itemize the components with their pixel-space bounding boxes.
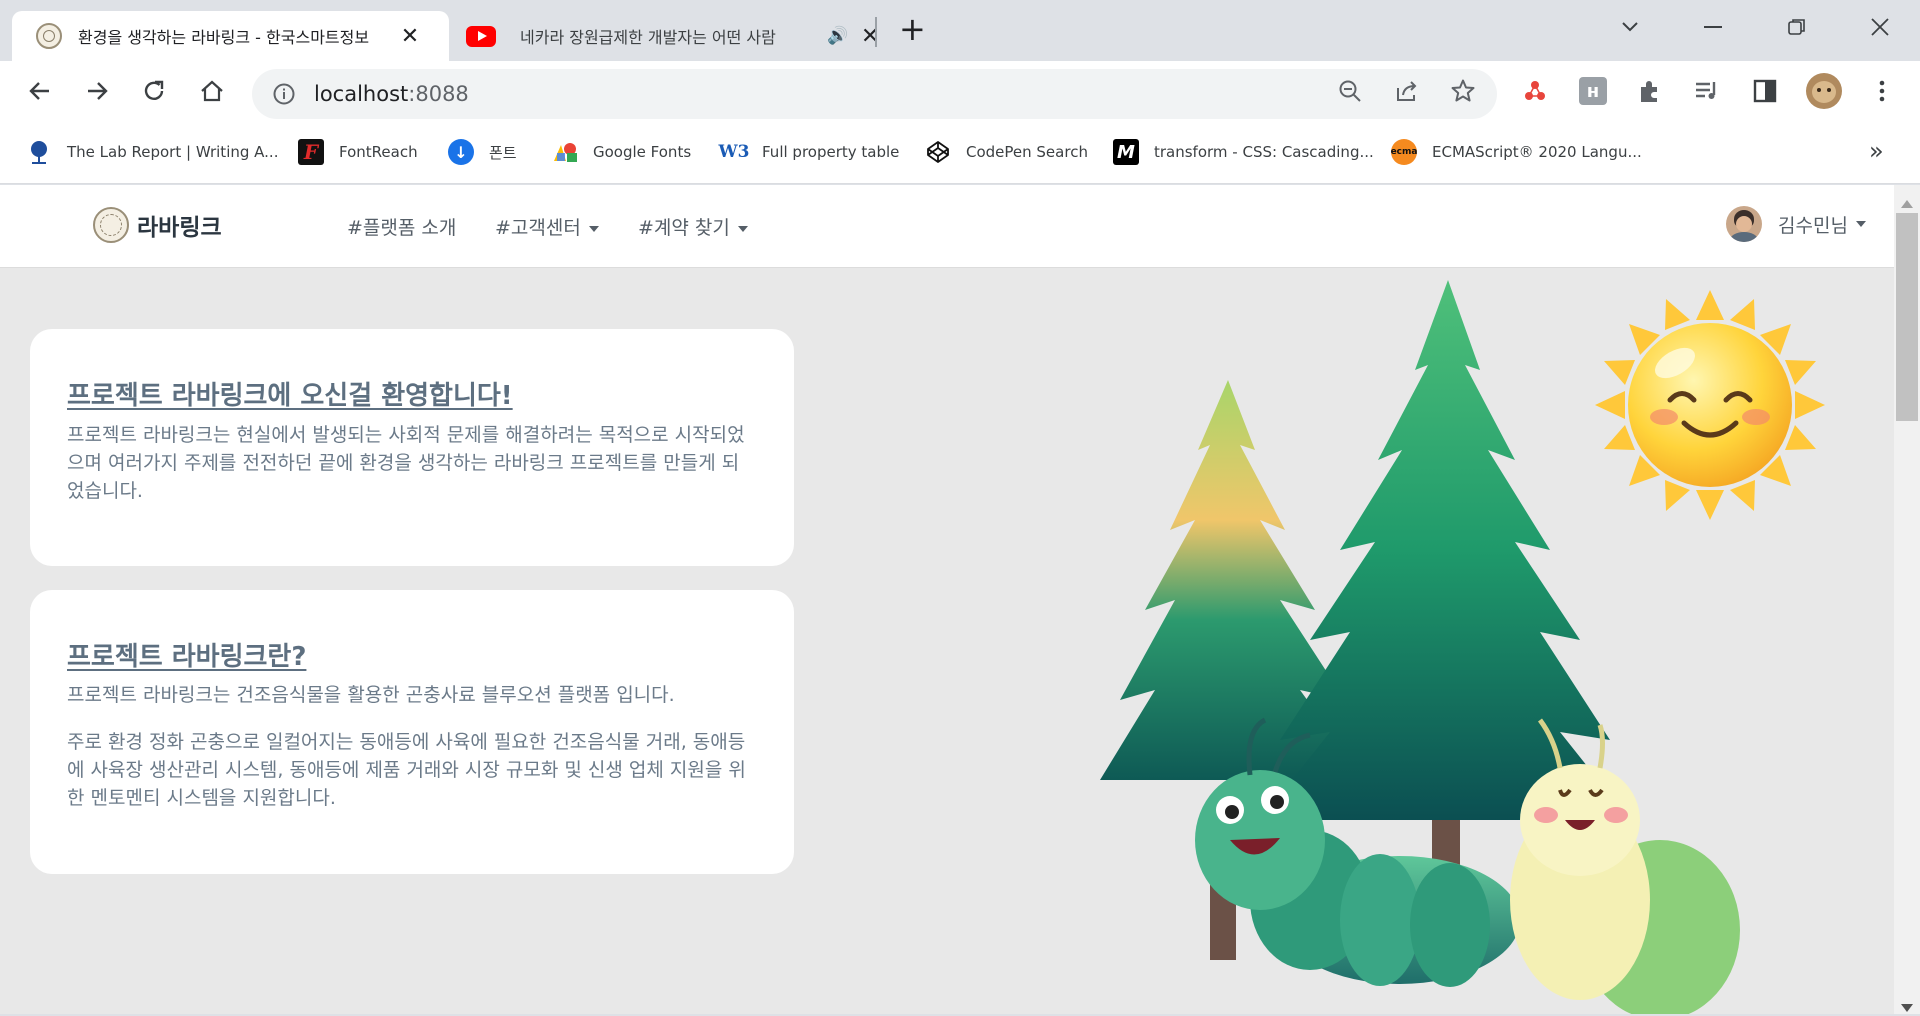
page-viewport: 라바링크 #플랫폼 소개 #고객센터 #계약 찾기 김수민님 프로젝트 라바링크… (0, 185, 1894, 1014)
caret-down-icon (1855, 221, 1866, 227)
minimize-icon[interactable] (1704, 26, 1722, 28)
nav-customer-center[interactable]: #고객센터 (495, 213, 599, 240)
speaker-icon[interactable]: 🔊 (827, 26, 848, 46)
labalink-seal-icon (36, 23, 62, 49)
tab-strip: 환경을 생각하는 라바링크 - 한국스마트정보 ✕ 네카라 장원급제한 개발자는… (0, 0, 1920, 61)
side-panel-icon[interactable] (1749, 75, 1781, 107)
bookmark-ecmascript[interactable]: ecma ECMAScript® 2020 Langu... (1391, 137, 1642, 167)
tab-youtube[interactable]: 네카라 장원급제한 개발자는 어떤 사람 🔊 ✕ (452, 11, 882, 61)
zoom-icon[interactable] (1334, 78, 1366, 110)
scroll-up-icon[interactable] (1901, 193, 1913, 212)
ecma-icon: ecma (1391, 139, 1417, 165)
caret-down-icon (588, 225, 599, 232)
profile-avatar-icon[interactable] (1806, 73, 1842, 109)
tab-title: 환경을 생각하는 라바링크 - 한국스마트정보 (78, 28, 370, 47)
restore-icon[interactable] (1787, 17, 1807, 37)
bookmark-label: Full property table (762, 143, 900, 161)
bookmark-fonts-kr[interactable]: ↓ 폰트 (448, 137, 517, 167)
codepen-icon (925, 139, 951, 165)
bookmark-label: The Lab Report | Writing A... (67, 143, 279, 161)
bookmark-label: CodePen Search (966, 143, 1088, 161)
welcome-text: 프로젝트 라바링크는 현실에서 발생되는 사회적 문제를 해결하려는 목적으로 … (67, 424, 745, 502)
fontreach-icon: F (298, 139, 324, 165)
forward-icon[interactable] (77, 71, 117, 111)
site-info-icon[interactable] (272, 82, 296, 106)
labalink-seal-icon (93, 207, 129, 243)
tab-separator (875, 17, 877, 47)
reload-icon[interactable] (134, 71, 174, 111)
brand-link[interactable]: 라바링크 (93, 207, 222, 243)
hero-illustration (1100, 280, 1825, 1014)
scroll-down-icon[interactable] (1901, 997, 1913, 1016)
share-icon[interactable] (1391, 78, 1423, 110)
bookmark-star-icon[interactable] (1447, 78, 1479, 110)
scrollbar-thumb[interactable] (1896, 213, 1918, 421)
tree-icon (26, 139, 52, 165)
tab-title: 네카라 장원급제한 개발자는 어떤 사람 (520, 28, 776, 47)
media-playlist-icon[interactable] (1691, 75, 1723, 107)
user-menu[interactable]: 김수민님 (1726, 206, 1866, 242)
google-fonts-icon (552, 139, 578, 165)
youtube-icon (466, 25, 496, 47)
chrome-menu-icon[interactable] (1866, 75, 1898, 107)
close-window-icon[interactable] (1869, 16, 1891, 38)
url-text[interactable]: localhost:8088 (314, 82, 469, 106)
close-tab-icon[interactable]: ✕ (398, 24, 422, 49)
welcome-title[interactable]: 프로젝트 라바링크에 오신걸 환영합니다! (67, 375, 513, 412)
close-tab-icon[interactable]: ✕ (858, 24, 882, 49)
about-card: 프로젝트 라바링크란? 프로젝트 라바링크는 건조음식물을 활용한 곤충사료 블… (30, 590, 794, 874)
bookmark-mdn-transform[interactable]: M transform - CSS: Cascading... (1113, 137, 1374, 167)
page-scrollbar[interactable] (1894, 185, 1920, 1014)
bookmark-label: transform - CSS: Cascading... (1154, 143, 1374, 161)
bookmark-label: ECMAScript® 2020 Langu... (1432, 143, 1642, 161)
about-text-2: 주로 환경 정화 곤충으로 일컬어지는 동애등에 사육에 필요한 건조음식물 거… (67, 731, 746, 809)
nav-platform-intro[interactable]: #플랫폼 소개 (347, 213, 456, 240)
home-icon[interactable] (192, 71, 232, 111)
bookmark-lab-report[interactable]: The Lab Report | Writing A... (26, 137, 278, 167)
bookmark-w3-full-property[interactable]: W3 Full property table (718, 137, 900, 167)
smiling-sun-icon (1595, 290, 1825, 520)
extensions-puzzle-icon[interactable] (1634, 75, 1666, 107)
extension-network-icon[interactable] (1519, 75, 1551, 107)
bookmark-google-fonts[interactable]: Google Fonts (552, 137, 691, 167)
welcome-card: 프로젝트 라바링크에 오신걸 환영합니다! 프로젝트 라바링크는 현실에서 발생… (30, 329, 794, 566)
brand-name: 라바링크 (137, 215, 222, 241)
w3-icon: W3 (718, 142, 750, 162)
bookmarks-overflow-button[interactable]: » (1869, 137, 1884, 165)
download-arrow-icon: ↓ (448, 139, 474, 165)
site-navbar: 라바링크 #플랫폼 소개 #고객센터 #계약 찾기 김수민님 (0, 185, 1894, 268)
mdn-icon: M (1113, 139, 1139, 165)
tab-search-chevron-icon[interactable] (1620, 16, 1640, 36)
bookmarks-bar: The Lab Report | Writing A... F FontReac… (0, 125, 1920, 184)
nav-find-contract[interactable]: #계약 찾기 (638, 213, 748, 240)
about-text-1: 프로젝트 라바링크는 건조음식물을 활용한 곤충사료 블루오션 플랫폼 입니다. (67, 684, 675, 706)
about-title[interactable]: 프로젝트 라바링크란? (67, 636, 306, 673)
extension-h-icon[interactable]: ʜ (1577, 75, 1609, 107)
bookmark-label: Google Fonts (593, 143, 692, 161)
bookmark-label: FontReach (339, 143, 418, 161)
bookmark-label: 폰트 (489, 143, 517, 162)
browser-toolbar: localhost:8088 ʜ (0, 61, 1920, 125)
address-bar[interactable]: localhost:8088 (252, 69, 1497, 119)
bookmark-codepen[interactable]: CodePen Search (925, 137, 1088, 167)
back-icon[interactable] (20, 71, 60, 111)
tab-labalink[interactable]: 환경을 생각하는 라바링크 - 한국스마트정보 ✕ (12, 11, 449, 61)
bookmark-fontreach[interactable]: F FontReach (298, 137, 418, 167)
new-tab-button[interactable]: + (899, 10, 926, 48)
user-name: 김수민님 (1778, 214, 1848, 237)
user-avatar (1726, 206, 1762, 242)
caret-down-icon (737, 225, 748, 232)
